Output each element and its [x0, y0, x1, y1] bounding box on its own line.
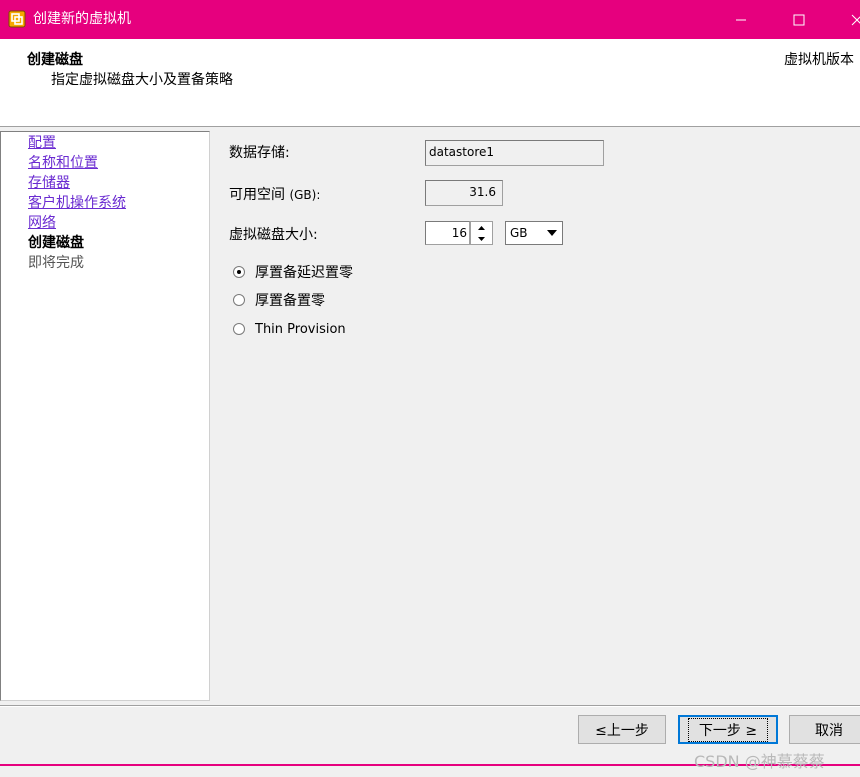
minimize-button[interactable]: [718, 0, 764, 39]
maximize-icon: [793, 14, 805, 25]
close-button[interactable]: [834, 0, 860, 39]
radio-thin-provision[interactable]: Thin Provision: [233, 319, 346, 339]
disk-size-unit-select[interactable]: GB: [505, 221, 563, 245]
radio-button[interactable]: [233, 323, 245, 335]
create-vm-wizard-window: 创建新的虚拟机 创建磁盘 指定虚拟磁盘大小及置备策略 虚拟机版本 配置 名称和位…: [0, 0, 860, 777]
disk-size-spinner: [470, 221, 493, 245]
title-bar: 创建新的虚拟机: [0, 0, 860, 39]
unit-select-value: GB: [510, 226, 528, 240]
cancel-button[interactable]: 取消: [789, 715, 860, 744]
datastore-field: datastore1: [425, 140, 604, 166]
nav-item-storage[interactable]: 存储器: [28, 174, 70, 192]
caret-up-icon: [478, 225, 485, 230]
window-title: 创建新的虚拟机: [33, 11, 131, 27]
radio-button[interactable]: [233, 294, 245, 306]
available-space-field: 31.6: [425, 180, 503, 206]
wizard-header: 创建磁盘 指定虚拟磁盘大小及置备策略 虚拟机版本: [0, 39, 860, 127]
nav-item-ready-to-complete: 即将完成: [28, 255, 84, 271]
nav-item-guest-os[interactable]: 客户机操作系统: [28, 194, 126, 212]
radio-label: 厚置备延迟置零: [255, 265, 353, 281]
footer-divider: [0, 705, 860, 707]
disk-size-label: 虚拟磁盘大小:: [229, 227, 318, 243]
radio-thick-eager-zeroed[interactable]: 厚置备置零: [233, 290, 325, 310]
close-icon: [851, 14, 860, 25]
vsphere-app-icon: [8, 10, 26, 28]
minimize-icon: [736, 19, 746, 20]
available-space-label: 可用空间 (GB):: [229, 184, 320, 204]
radio-thick-lazy-zeroed[interactable]: 厚置备延迟置零: [233, 262, 353, 282]
nav-item-name-location[interactable]: 名称和位置: [28, 154, 98, 172]
spin-up-button[interactable]: [471, 222, 492, 233]
available-space-unit: (GB):: [289, 188, 321, 202]
page-subtitle: 指定虚拟磁盘大小及置备策略: [51, 72, 233, 88]
nav-item-network[interactable]: 网络: [28, 214, 56, 232]
spin-down-button[interactable]: [471, 233, 492, 244]
maximize-button[interactable]: [776, 0, 822, 39]
nav-item-config[interactable]: 配置: [28, 134, 56, 152]
wizard-steps-nav: 配置 名称和位置 存储器 客户机操作系统 网络 创建磁盘 即将完成: [0, 131, 210, 701]
back-button[interactable]: ≤上一步: [578, 715, 666, 744]
next-button[interactable]: 下一步 ≥: [678, 715, 778, 744]
vm-version-label: 虚拟机版本: [784, 52, 854, 68]
datastore-label: 数据存储:: [229, 145, 290, 161]
radio-label: 厚置备置零: [255, 293, 325, 309]
next-button-label: 下一步 ≥: [687, 717, 769, 742]
radio-label: Thin Provision: [255, 321, 346, 337]
nav-item-create-disk: 创建磁盘: [28, 235, 84, 251]
page-title: 创建磁盘: [27, 52, 83, 68]
radio-button-checked[interactable]: [233, 266, 245, 278]
disk-size-input[interactable]: 16: [425, 221, 470, 245]
caret-down-icon: [478, 236, 485, 241]
watermark: CSDN @神慕蔡蔡: [694, 752, 825, 771]
available-space-label-text: 可用空间: [229, 187, 290, 203]
chevron-down-icon: [543, 223, 561, 243]
